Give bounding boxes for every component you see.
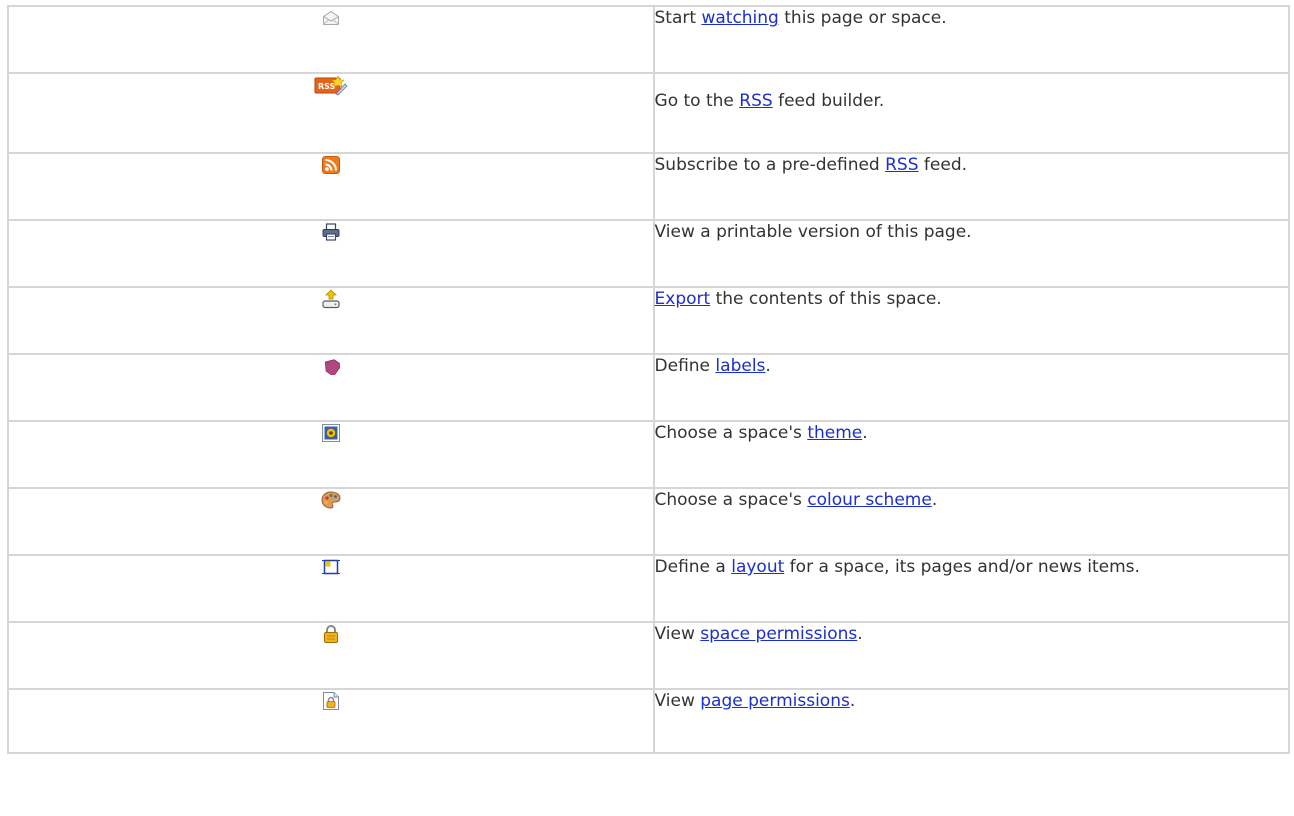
description-cell: Define a layout for a space, its pages a… — [652, 554, 1291, 623]
description-text: . — [857, 624, 863, 644]
export-link[interactable]: Export — [655, 289, 711, 309]
icon-cell: RSS — [7, 72, 655, 154]
rss-link[interactable]: RSS — [739, 91, 772, 111]
description-cell: Subscribe to a pre-defined RSS feed. — [652, 152, 1291, 221]
description-cell: Choose a space's colour scheme. — [652, 487, 1291, 556]
label-icon — [322, 357, 340, 375]
svg-text:RSS: RSS — [318, 82, 336, 91]
description-text: . — [765, 356, 771, 376]
description-text: Go to the — [654, 91, 740, 111]
icon-cell — [7, 554, 655, 623]
table-row: View page permissions. — [7, 688, 1291, 754]
description-text: View — [654, 624, 701, 644]
theme-link[interactable]: theme — [807, 423, 862, 443]
labels-link[interactable]: labels — [715, 356, 765, 376]
description-cell: View a printable version of this page. — [652, 219, 1291, 288]
description-text: View a printable version of this page. — [654, 222, 972, 242]
table-row: Choose a space's colour scheme. — [7, 487, 1291, 556]
icon-cell — [7, 420, 655, 489]
description-text: the contents of this space. — [710, 289, 942, 309]
table-row: Define labels. — [7, 353, 1291, 422]
icon-cell — [7, 621, 655, 690]
description-text: for a space, its pages and/or news items… — [784, 557, 1140, 577]
table-row: Export the contents of this space. — [7, 286, 1291, 355]
icon-reference-table: Start watching this page or space. RSS G… — [7, 5, 1291, 754]
padlock-icon — [323, 624, 339, 644]
description-text: . — [931, 490, 938, 510]
icon-cell — [7, 286, 655, 355]
palette-icon — [321, 490, 341, 509]
description-cell: View page permissions. — [652, 688, 1291, 754]
description-cell: Go to the RSS feed builder. — [652, 72, 1291, 154]
table-row: Start watching this page or space. — [7, 5, 1291, 74]
description-text: View — [654, 691, 701, 711]
description-cell: Start watching this page or space. — [652, 5, 1291, 74]
description-text: . — [862, 423, 868, 443]
description-text: Define a — [654, 557, 732, 577]
icon-cell — [7, 219, 655, 288]
description-text: feed. — [918, 155, 968, 175]
page-lock-icon — [322, 691, 340, 711]
description-text: this page or space. — [778, 8, 947, 28]
layout-icon — [321, 558, 340, 576]
description-text: feed builder. — [772, 91, 885, 111]
colour-scheme-link[interactable]: colour scheme — [807, 490, 932, 510]
layout-link[interactable]: layout — [731, 557, 784, 577]
rss-feed-icon — [321, 155, 340, 174]
icon-cell — [7, 5, 655, 74]
icon-cell — [7, 353, 655, 422]
icon-cell — [7, 688, 655, 754]
description-cell: View space permissions. — [652, 621, 1291, 690]
table-row: View space permissions. — [7, 621, 1291, 690]
printer-icon — [322, 222, 340, 241]
description-text: . — [849, 691, 856, 711]
envelope-icon — [322, 10, 340, 26]
description-cell: Export the contents of this space. — [652, 286, 1291, 355]
description-text: Subscribe to a pre-defined — [654, 155, 886, 175]
theme-icon — [321, 423, 340, 442]
watching-link[interactable]: watching — [701, 8, 778, 28]
description-text: Choose a space's — [654, 423, 808, 443]
description-text: Start — [654, 8, 702, 28]
table-row: RSS Go to the RSS feed builder. — [7, 72, 1291, 154]
icon-cell — [7, 487, 655, 556]
space-permissions-link[interactable]: space permissions — [700, 624, 857, 644]
description-text: Choose a space's — [654, 490, 808, 510]
icon-cell — [7, 152, 655, 221]
table-row: Choose a space's theme. — [7, 420, 1291, 489]
page: Start watching this page or space. RSS G… — [0, 0, 1294, 816]
table-row: View a printable version of this page. — [7, 219, 1291, 288]
page-permissions-link[interactable]: page permissions — [700, 691, 850, 711]
description-cell: Define labels. — [652, 353, 1291, 422]
table-row: Define a layout for a space, its pages a… — [7, 554, 1291, 623]
rss-link[interactable]: RSS — [885, 155, 918, 175]
table-row: Subscribe to a pre-defined RSS feed. — [7, 152, 1291, 221]
description-cell: Choose a space's theme. — [652, 420, 1291, 489]
description-text: Define — [654, 356, 716, 376]
rss-feed-builder-icon: RSS — [314, 74, 348, 96]
export-icon — [322, 288, 340, 309]
